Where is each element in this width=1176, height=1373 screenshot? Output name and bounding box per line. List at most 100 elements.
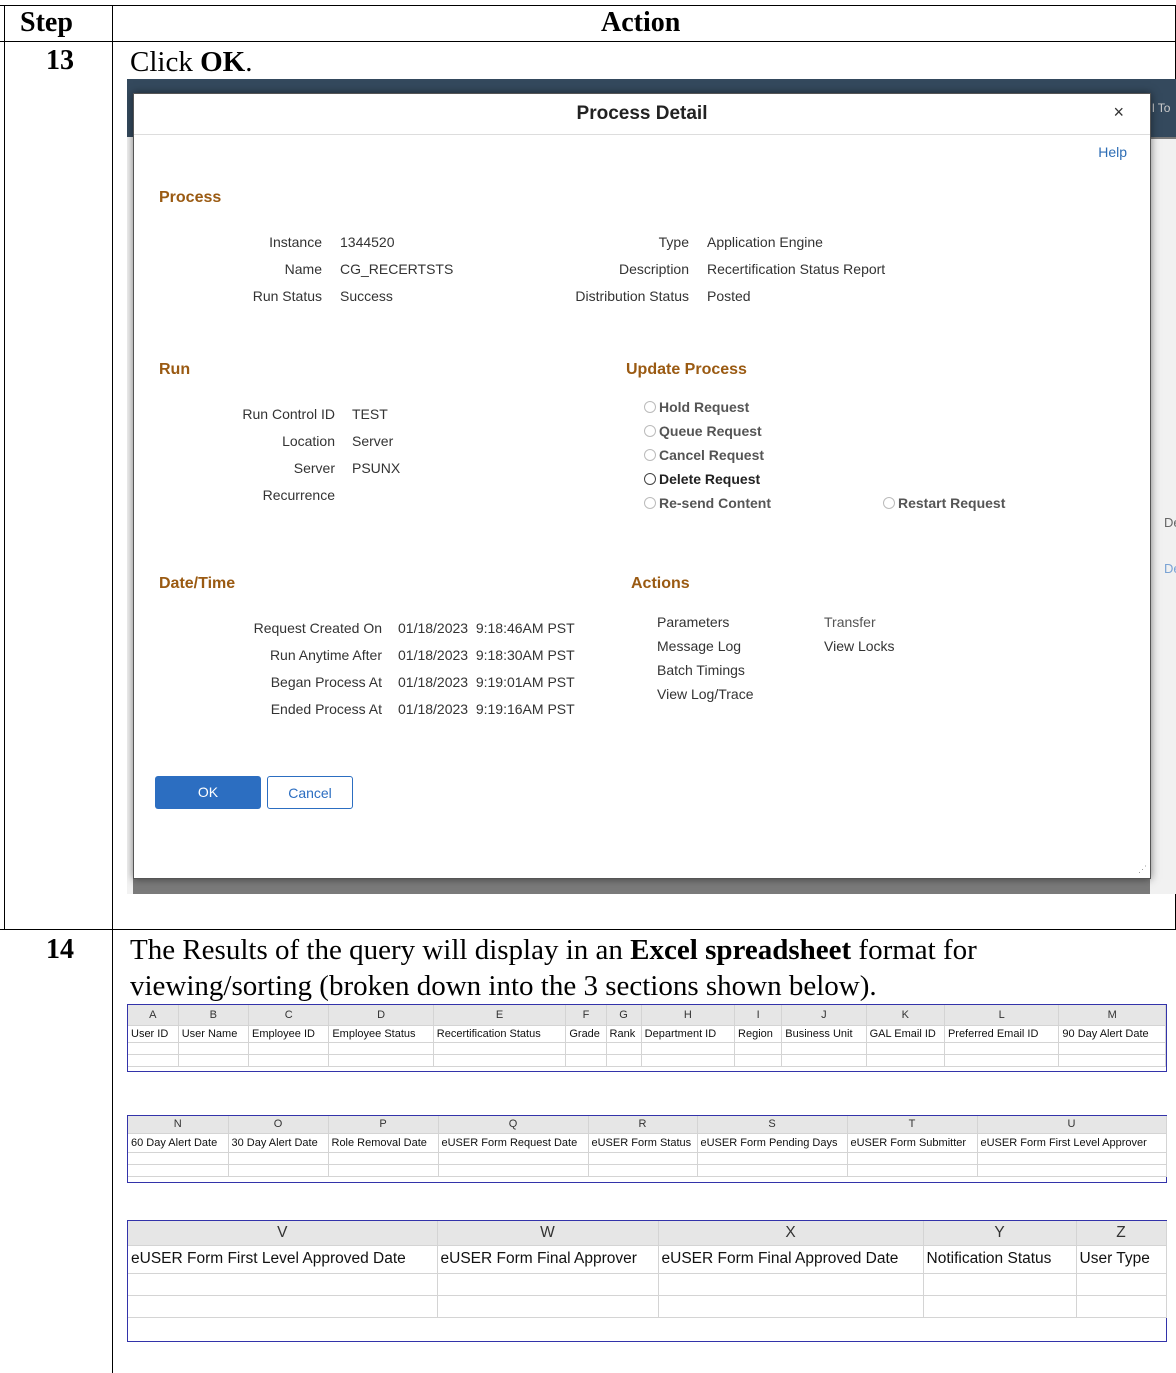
header-cell[interactable]: eUSER Form First Level Approved Date xyxy=(128,1245,438,1274)
table-cell[interactable] xyxy=(228,1164,329,1177)
table-cell[interactable] xyxy=(128,1164,229,1177)
table-cell[interactable] xyxy=(437,1295,659,1318)
column-letter[interactable]: M xyxy=(1058,1005,1166,1026)
table-cell[interactable] xyxy=(697,1152,848,1165)
header-cell[interactable]: eUSER Form Final Approver xyxy=(437,1245,659,1274)
table-cell[interactable] xyxy=(944,1054,1060,1067)
header-cell[interactable]: eUSER Form Pending Days xyxy=(697,1133,848,1153)
table-cell[interactable] xyxy=(977,1164,1167,1177)
help-link[interactable]: Help xyxy=(1098,144,1127,160)
table-cell[interactable] xyxy=(128,1295,438,1318)
cancel-request-radio[interactable]: Cancel Request xyxy=(644,447,764,463)
table-cell[interactable] xyxy=(606,1054,642,1067)
table-cell[interactable] xyxy=(328,1164,439,1177)
table-cell[interactable] xyxy=(697,1164,848,1177)
column-letter[interactable]: Z xyxy=(1076,1221,1167,1246)
table-cell[interactable] xyxy=(128,1273,438,1296)
hold-request-radio[interactable]: Hold Request xyxy=(644,399,749,415)
message-log-link[interactable]: Message Log xyxy=(657,638,741,654)
column-letter[interactable]: D xyxy=(328,1005,434,1026)
table-cell[interactable] xyxy=(328,1054,434,1067)
header-cell[interactable]: eUSER Form Submitter xyxy=(847,1133,978,1153)
table-cell[interactable] xyxy=(866,1042,945,1055)
view-locks-link[interactable]: View Locks xyxy=(824,638,895,654)
table-cell[interactable] xyxy=(781,1042,867,1055)
column-letter[interactable]: I xyxy=(734,1005,783,1026)
column-letter[interactable]: W xyxy=(437,1221,659,1246)
header-cell[interactable]: Role Removal Date xyxy=(328,1133,439,1153)
header-cell[interactable]: Employee Status xyxy=(328,1025,434,1043)
view-log-trace-link[interactable]: View Log/Trace xyxy=(657,686,754,702)
table-cell[interactable] xyxy=(658,1295,924,1318)
header-cell[interactable]: 60 Day Alert Date xyxy=(128,1133,229,1153)
table-cell[interactable] xyxy=(847,1164,978,1177)
column-letter[interactable]: G xyxy=(606,1005,642,1026)
column-letter[interactable]: L xyxy=(944,1005,1060,1026)
table-cell[interactable] xyxy=(977,1152,1167,1165)
ok-button[interactable]: OK xyxy=(155,776,261,809)
header-cell[interactable]: eUSER Form First Level Approver xyxy=(977,1133,1167,1153)
column-letter[interactable]: Q xyxy=(438,1116,589,1134)
queue-request-radio[interactable]: Queue Request xyxy=(644,423,762,439)
table-cell[interactable] xyxy=(178,1042,250,1055)
table-cell[interactable] xyxy=(128,1042,179,1055)
column-letter[interactable]: T xyxy=(847,1116,978,1134)
resize-grip-icon[interactable]: ⋰ xyxy=(1138,864,1147,875)
column-letter[interactable]: R xyxy=(588,1116,698,1134)
table-cell[interactable] xyxy=(734,1042,783,1055)
header-cell[interactable]: User Type xyxy=(1076,1245,1167,1274)
table-cell[interactable] xyxy=(734,1054,783,1067)
table-cell[interactable] xyxy=(437,1273,659,1296)
table-cell[interactable] xyxy=(641,1042,736,1055)
column-letter[interactable]: S xyxy=(697,1116,848,1134)
cancel-button[interactable]: Cancel xyxy=(267,776,353,809)
header-cell[interactable]: eUSER Form Final Approved Date xyxy=(658,1245,924,1274)
column-letter[interactable]: V xyxy=(128,1221,438,1246)
restart-request-radio[interactable]: Restart Request xyxy=(883,495,1005,511)
header-cell[interactable]: Notification Status xyxy=(923,1245,1077,1274)
header-cell[interactable]: 90 Day Alert Date xyxy=(1058,1025,1166,1043)
header-cell[interactable]: Department ID xyxy=(641,1025,736,1043)
table-cell[interactable] xyxy=(248,1042,330,1055)
header-cell[interactable]: Preferred Email ID xyxy=(944,1025,1060,1043)
table-cell[interactable] xyxy=(178,1054,250,1067)
batch-timings-link[interactable]: Batch Timings xyxy=(657,662,745,678)
table-cell[interactable] xyxy=(565,1042,607,1055)
table-cell[interactable] xyxy=(1058,1054,1166,1067)
table-cell[interactable] xyxy=(781,1054,867,1067)
header-cell[interactable]: Rank xyxy=(606,1025,642,1043)
table-cell[interactable] xyxy=(588,1164,698,1177)
column-letter[interactable]: K xyxy=(866,1005,945,1026)
delete-request-radio[interactable]: Delete Request xyxy=(644,471,760,487)
table-cell[interactable] xyxy=(565,1054,607,1067)
header-cell[interactable]: Grade xyxy=(565,1025,607,1043)
header-cell[interactable]: eUSER Form Request Date xyxy=(438,1133,589,1153)
column-letter[interactable]: J xyxy=(781,1005,867,1026)
table-cell[interactable] xyxy=(328,1042,434,1055)
column-letter[interactable]: H xyxy=(641,1005,736,1026)
header-cell[interactable]: Employee ID xyxy=(248,1025,330,1043)
table-cell[interactable] xyxy=(1058,1042,1166,1055)
table-cell[interactable] xyxy=(128,1054,179,1067)
table-cell[interactable] xyxy=(588,1152,698,1165)
header-cell[interactable]: Region xyxy=(734,1025,783,1043)
table-cell[interactable] xyxy=(1076,1273,1167,1296)
parameters-link[interactable]: Parameters xyxy=(657,614,729,630)
table-cell[interactable] xyxy=(641,1054,736,1067)
table-cell[interactable] xyxy=(923,1295,1077,1318)
table-cell[interactable] xyxy=(606,1042,642,1055)
table-cell[interactable] xyxy=(248,1054,330,1067)
column-letter[interactable]: N xyxy=(128,1116,229,1134)
column-letter[interactable]: C xyxy=(248,1005,330,1026)
table-cell[interactable] xyxy=(1076,1295,1167,1318)
header-cell[interactable]: Recertification Status xyxy=(433,1025,567,1043)
header-cell[interactable]: GAL Email ID xyxy=(866,1025,945,1043)
header-cell[interactable]: Business Unit xyxy=(781,1025,867,1043)
header-cell[interactable]: 30 Day Alert Date xyxy=(228,1133,329,1153)
column-letter[interactable]: U xyxy=(977,1116,1167,1134)
column-letter[interactable]: B xyxy=(178,1005,250,1026)
column-letter[interactable]: X xyxy=(658,1221,924,1246)
header-cell[interactable]: User Name xyxy=(178,1025,250,1043)
column-letter[interactable]: O xyxy=(228,1116,329,1134)
table-cell[interactable] xyxy=(944,1042,1060,1055)
